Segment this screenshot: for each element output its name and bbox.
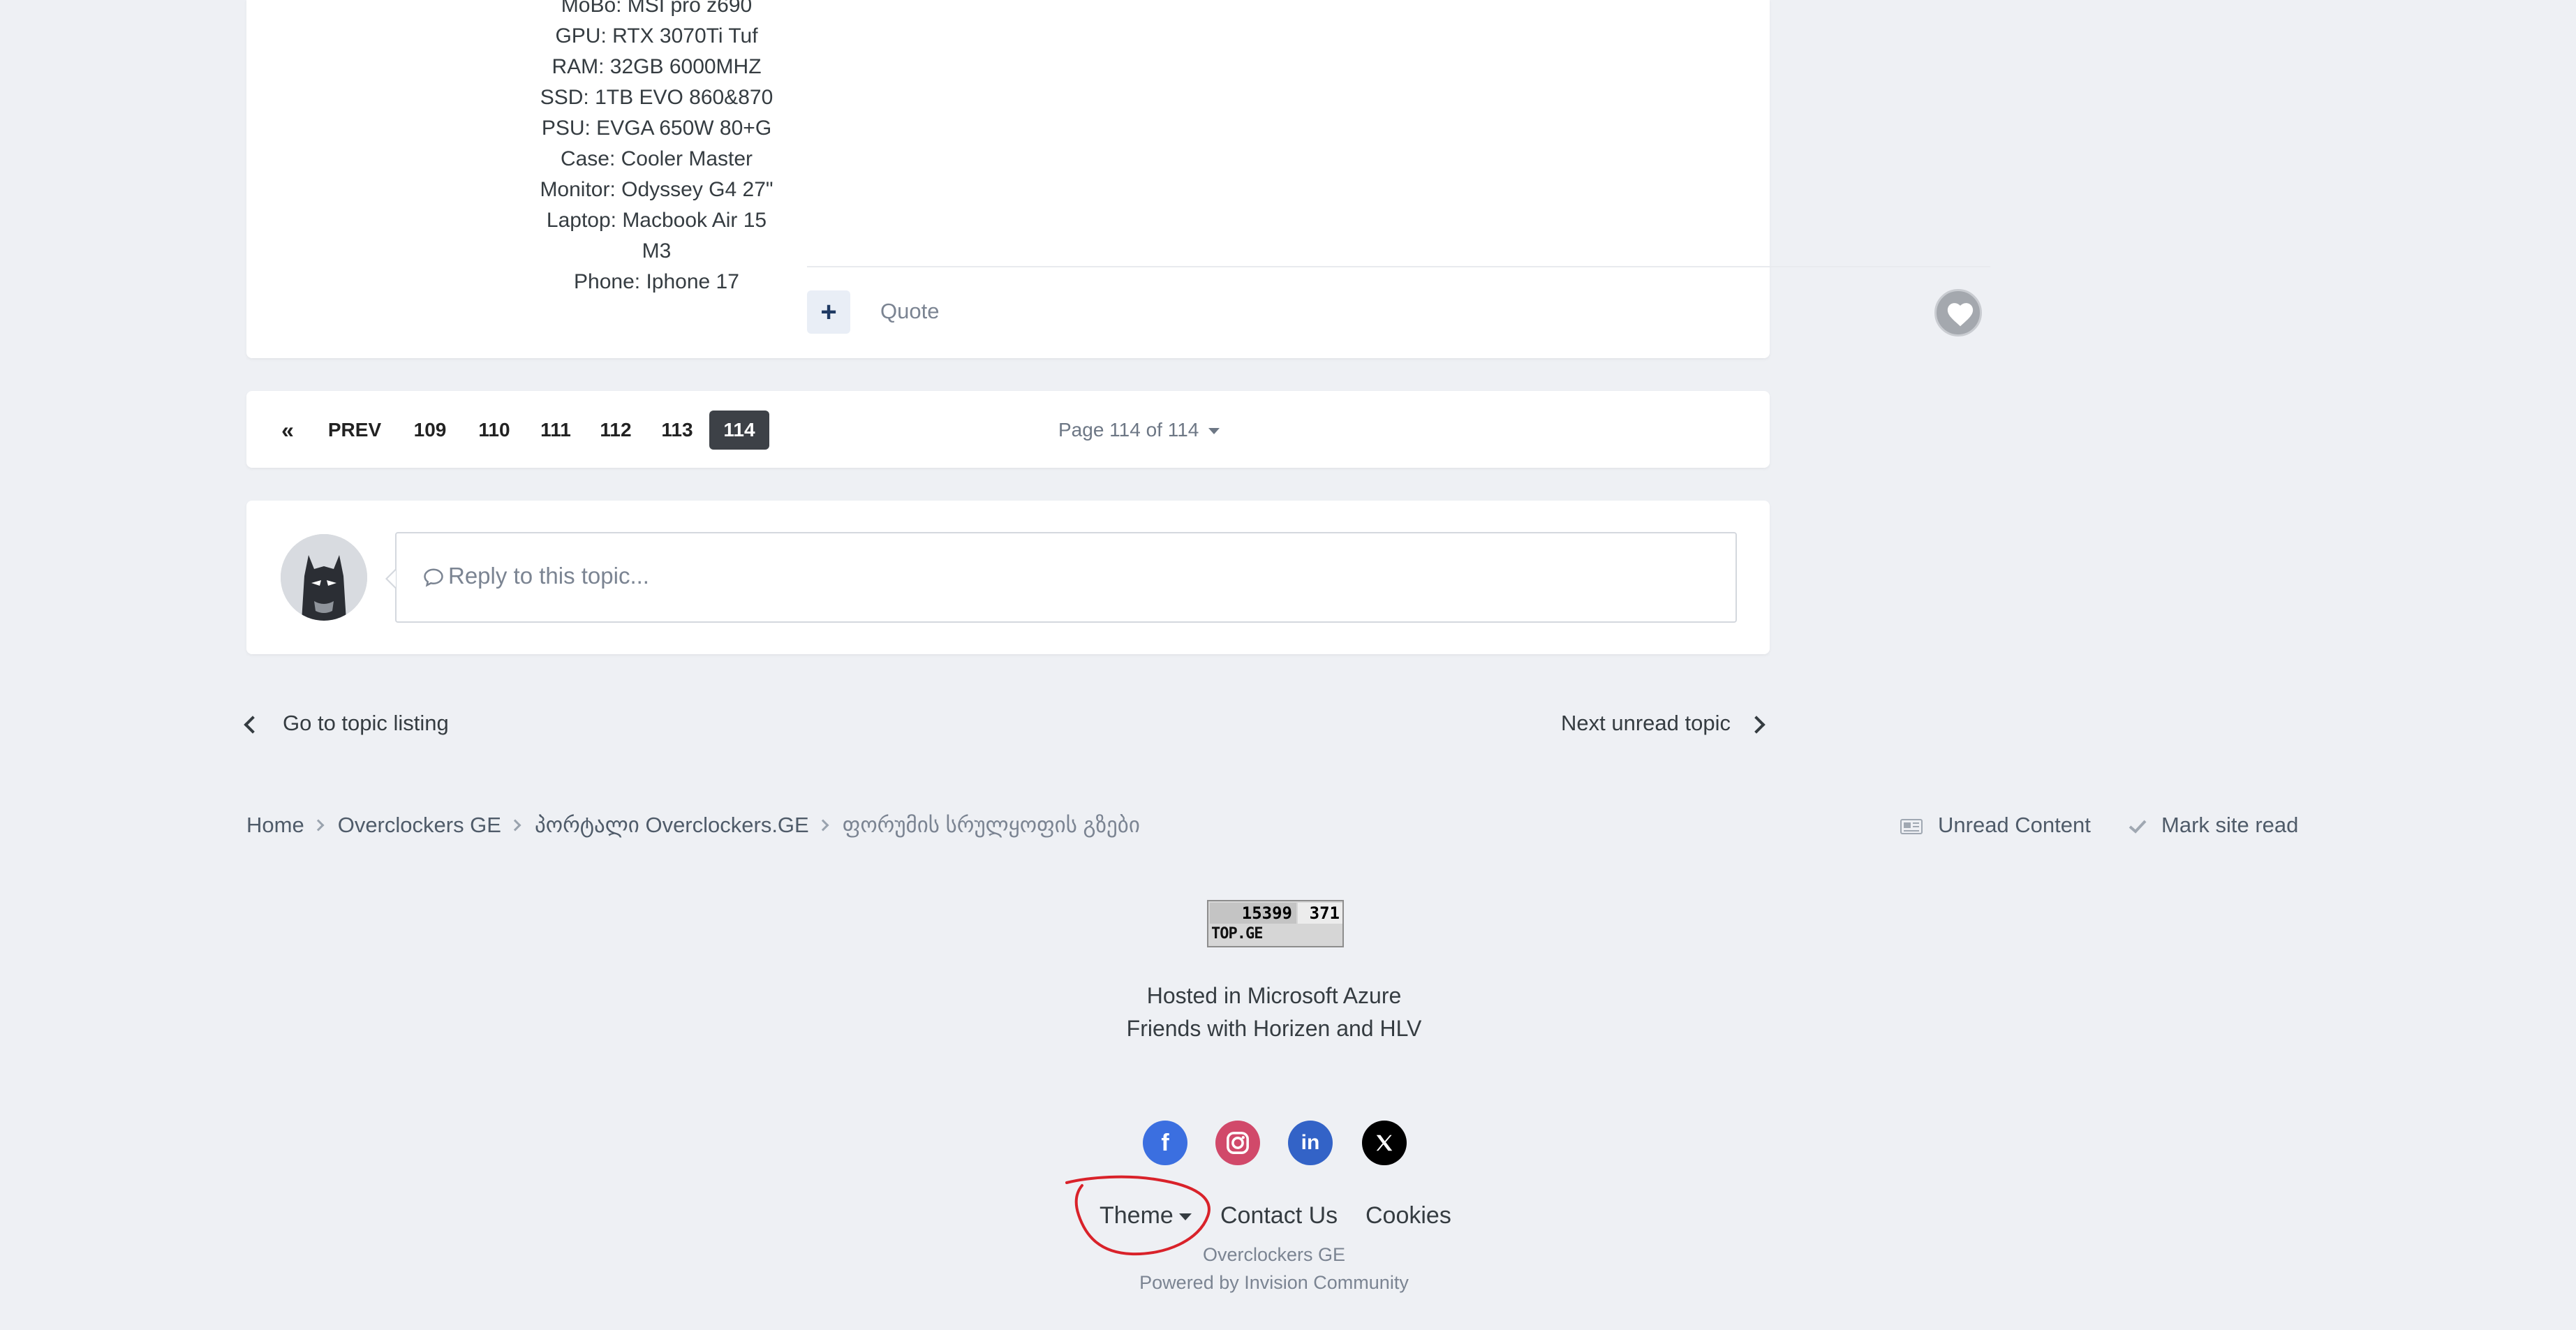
post-divider: [807, 266, 1990, 267]
breadcrumb-current[interactable]: ფორუმის სრულყოფის გზები: [843, 813, 1140, 837]
chevron-right-icon: [509, 819, 521, 832]
multiquote-button[interactable]: +: [807, 290, 850, 334]
go-to-topic-listing-label: Go to topic listing: [283, 711, 449, 735]
spec-line: SSD: 1TB EVO 860&870: [540, 86, 773, 109]
spec-line: RAM: 32GB 6000MHZ: [552, 55, 762, 78]
signature-specs: MoBo: MSI pro z690 GPU: RTX 3070Ti Tuf R…: [533, 0, 780, 297]
facebook-glyph: f: [1161, 1130, 1169, 1156]
spec-line: Monitor: Odyssey G4 27": [540, 178, 773, 201]
unread-content-link[interactable]: Unread Content: [1900, 813, 2091, 838]
instagram-icon[interactable]: [1215, 1121, 1260, 1165]
chevron-right-icon: [1747, 716, 1766, 734]
quote-button[interactable]: Quote: [880, 299, 939, 324]
pagination-bar: « PREV 109 110 111 112 113 114 Page 114 …: [246, 391, 1770, 468]
next-unread-topic-link[interactable]: Next unread topic: [1561, 711, 1766, 736]
comment-icon: [424, 568, 443, 587]
spec-line: Laptop: Macbook Air 15 M3: [546, 209, 767, 263]
reply-editor[interactable]: Reply to this topic...: [395, 532, 1737, 623]
reply-pointer-inner: [387, 570, 396, 587]
instagram-glyph: [1227, 1132, 1249, 1154]
hosted-text: Hosted in Microsoft Azure: [1146, 983, 1402, 1008]
chevron-right-icon: [312, 819, 325, 832]
post-card: MoBo: MSI pro z690 GPU: RTX 3070Ti Tuf R…: [246, 0, 1990, 358]
spec-line: MoBo: MSI pro z690: [561, 0, 753, 17]
page-jump-dropdown[interactable]: Page 114 of 114: [1058, 411, 1220, 450]
reply-placeholder-wrap: Reply to this topic...: [423, 563, 649, 589]
mark-site-read-link[interactable]: Mark site read: [2128, 813, 2298, 838]
contact-us-link[interactable]: Contact Us: [1220, 1202, 1338, 1229]
page-link[interactable]: 110: [470, 411, 519, 450]
page-link[interactable]: 113: [653, 411, 702, 450]
reply-card: Reply to this topic...: [246, 501, 1770, 654]
like-button[interactable]: [1934, 289, 1982, 337]
friends-text: Friends with Horizen and HLV: [1126, 1016, 1422, 1041]
prev-page-button[interactable]: PREV: [323, 411, 386, 450]
spec-line: GPU: RTX 3070Ti Tuf: [555, 24, 758, 47]
chevron-right-icon: [817, 819, 829, 832]
unread-content-label: Unread Content: [1938, 813, 2091, 837]
first-page-icon[interactable]: «: [277, 411, 298, 450]
check-icon: [2129, 820, 2147, 834]
go-to-topic-listing-link[interactable]: Go to topic listing: [244, 711, 449, 736]
breadcrumb-portal[interactable]: პორტალი Overclockers.GE: [535, 813, 809, 837]
breadcrumb-overclockers[interactable]: Overclockers GE: [338, 813, 501, 837]
page-jump-label: Page 114 of 114: [1058, 419, 1199, 441]
page-link[interactable]: 111: [531, 411, 580, 450]
linkedin-glyph: in: [1301, 1131, 1320, 1154]
chevron-left-icon: [244, 716, 262, 734]
newspaper-icon: [1900, 818, 1923, 834]
topge-counter[interactable]: 15399 371 TOP.GE: [1207, 900, 1344, 947]
cookies-link[interactable]: Cookies: [1365, 1202, 1451, 1229]
breadcrumb-home[interactable]: Home: [246, 813, 304, 837]
page-link[interactable]: 109: [406, 411, 454, 450]
x-icon[interactable]: [1362, 1121, 1407, 1165]
caret-down-icon: [1208, 428, 1220, 435]
site-name-text: Overclockers GE: [1202, 1244, 1346, 1265]
powered-by-link[interactable]: Powered by Invision Community: [0, 1272, 2548, 1294]
linkedin-icon[interactable]: in: [1288, 1121, 1333, 1165]
counter-hosts: 371: [1298, 903, 1342, 924]
counter-brand: TOP.GE: [1211, 925, 1263, 943]
batman-avatar-icon: [281, 534, 367, 621]
counter-hits: 15399: [1210, 903, 1296, 924]
page-link[interactable]: 112: [591, 411, 640, 450]
x-glyph: [1376, 1135, 1393, 1151]
user-avatar: [281, 534, 367, 621]
spec-line: Phone: Iphone 17: [574, 270, 739, 293]
next-unread-topic-label: Next unread topic: [1561, 711, 1731, 735]
facebook-icon[interactable]: f: [1143, 1121, 1187, 1165]
spec-line: Case: Cooler Master: [560, 147, 753, 170]
page-link-active[interactable]: 114: [709, 411, 769, 450]
mark-site-read-label: Mark site read: [2161, 813, 2299, 837]
heart-icon: [1947, 303, 1974, 327]
reply-placeholder: Reply to this topic...: [448, 563, 649, 589]
spec-line: PSU: EVGA 650W 80+G: [541, 117, 772, 140]
breadcrumb: Home Overclockers GE პორტალი Overclockers.…: [246, 813, 1140, 838]
